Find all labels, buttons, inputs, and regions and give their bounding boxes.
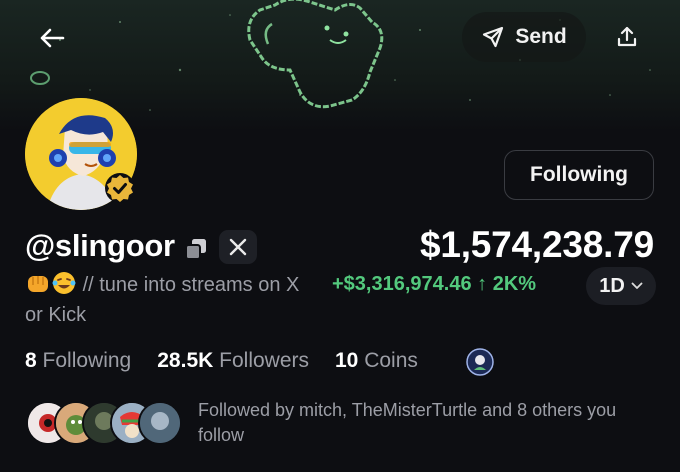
chevron-down-icon <box>631 282 643 289</box>
back-button[interactable] <box>30 18 74 58</box>
verified-badge-icon <box>104 172 136 204</box>
period-selector[interactable]: 1D <box>586 267 656 305</box>
balance-change: +$3,316,974.46 ↑ 2K% <box>332 273 537 295</box>
followers-stat[interactable]: 28.5K Followers <box>157 349 309 373</box>
coins-stat[interactable]: 10 Coins <box>335 349 418 373</box>
mutual-avatar <box>138 401 182 445</box>
portfolio-balance: $1,574,238.79 <box>419 224 654 265</box>
profile-stats: 8 Following 28.5K Followers 10 Coins <box>25 349 418 373</box>
profile-bio: // tune into streams on X or Kick <box>25 270 315 330</box>
laughing-crying-icon <box>52 272 76 294</box>
following-button[interactable]: Following <box>504 150 654 200</box>
paper-plane-icon <box>483 26 504 48</box>
send-label: Send <box>515 25 567 48</box>
copy-icon[interactable] <box>183 236 209 262</box>
arrow-left-icon <box>40 28 65 48</box>
period-label: 1D <box>599 274 625 297</box>
coin-icon[interactable] <box>466 348 494 376</box>
followed-by-text[interactable]: Followed by mitch, TheMisterTurtle and 8… <box>198 398 658 448</box>
profile-handle: @slingoor <box>25 228 175 263</box>
mutual-followers-avatars[interactable] <box>26 401 182 445</box>
fist-icon <box>28 276 48 292</box>
share-upload-icon <box>617 26 637 47</box>
x-link-button[interactable] <box>219 230 257 264</box>
share-button[interactable] <box>604 14 650 60</box>
send-button[interactable]: Send <box>462 12 586 62</box>
x-logo-icon <box>229 238 247 256</box>
following-stat[interactable]: 8 Following <box>25 349 131 373</box>
